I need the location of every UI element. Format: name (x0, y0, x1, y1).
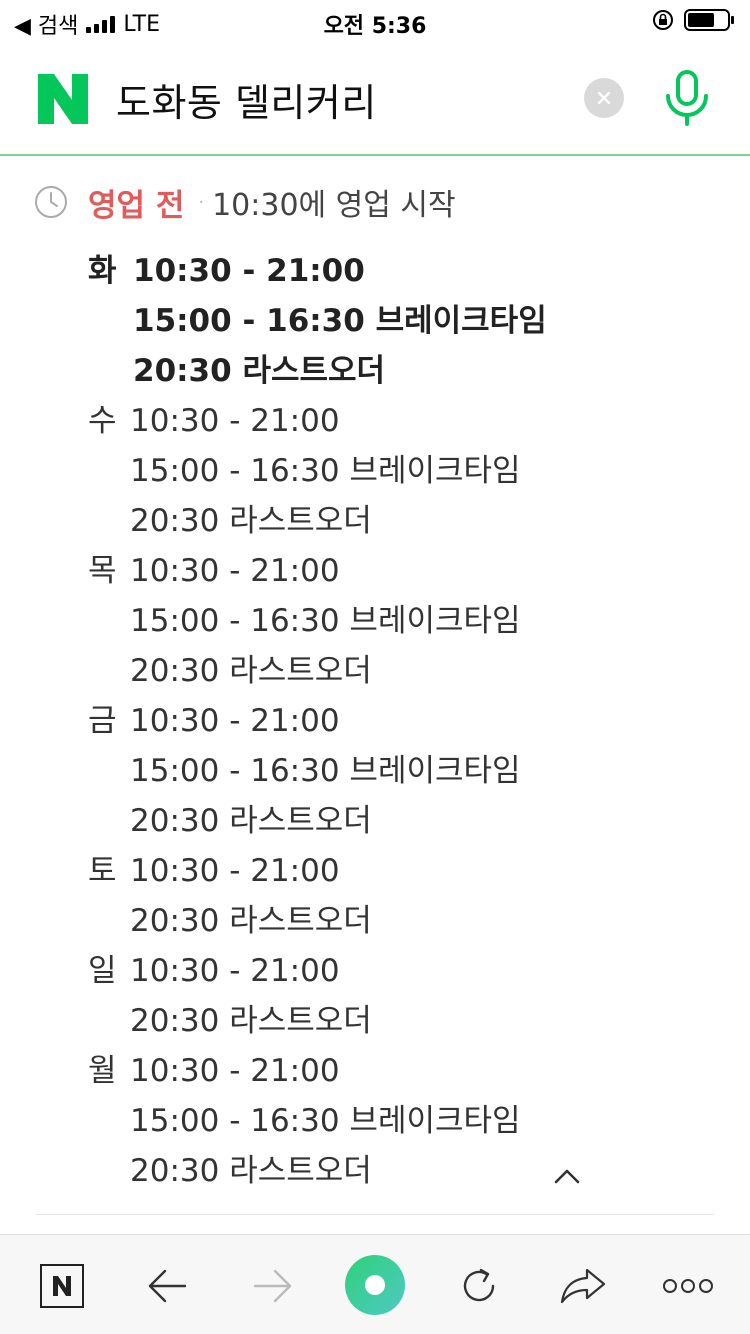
status-bar: ◀ 검색 LTE 오전 5:36 (0, 0, 750, 40)
hours-text: 10:30 - 21:00 (130, 953, 340, 989)
more-icon (663, 1279, 713, 1293)
status-separator: · (198, 191, 205, 213)
voice-search-icon[interactable] (660, 70, 714, 126)
hours-row: 월 10:30 - 21:00 (88, 1046, 708, 1096)
more-button[interactable] (662, 1261, 714, 1311)
day-hours-4: 토 10:30 - 21:00 20:30 라스트오더 (88, 846, 708, 946)
hours-text: 10:30 - 21:00 (130, 703, 340, 739)
day-label: 화 (88, 253, 117, 289)
hours-row: 20:30 라스트오더 (88, 896, 708, 946)
hours-row: 20:30 라스트오더 (88, 996, 708, 1046)
hours-text: 15:00 - 16:30 브레이크타임 (130, 753, 521, 789)
refresh-icon (463, 1268, 495, 1302)
naver-logo-icon[interactable] (38, 74, 88, 124)
bottom-toolbar (0, 1234, 750, 1334)
hours-text: 20:30 라스트오더 (130, 1003, 372, 1039)
open-time-note: 10:30에 영업 시작 (212, 188, 456, 223)
hours-text: 15:00 - 16:30 브레이크타임 (130, 453, 521, 489)
green-dot-icon (365, 1275, 385, 1295)
close-icon (597, 91, 611, 105)
share-button[interactable] (558, 1261, 608, 1311)
status-right (652, 8, 736, 32)
day-label: 수 (88, 403, 117, 439)
hours-row: 20:30 라스트오더 (88, 1146, 708, 1196)
hours-row: 토 10:30 - 21:00 (88, 846, 708, 896)
hours-text: 20:30 라스트오더 (133, 353, 386, 389)
hours-text: 15:00 - 16:30 브레이크타임 (133, 303, 547, 339)
day-hours-1: 수 10:30 - 21:00 15:00 - 16:30 브레이크타임 20:30 … (88, 396, 708, 546)
hours-row: 20:30 라스트오더 (88, 346, 708, 396)
day-label: 월 (88, 1053, 117, 1089)
rotation-lock-icon (653, 10, 673, 30)
hours-row: 일 10:30 - 21:00 (88, 946, 708, 996)
hours-row: 목 10:30 - 21:00 (88, 546, 708, 596)
hours-text: 20:30 라스트오더 (130, 803, 372, 839)
day-label: 일 (88, 953, 117, 989)
clear-search-button[interactable] (584, 78, 624, 118)
business-status-line: 영업 전 · 10:30에 영업 시작 (34, 180, 456, 224)
hours-text: 20:30 라스트오더 (130, 503, 372, 539)
hours-text: 20:30 라스트오더 (130, 653, 372, 689)
hours-row: 20:30 라스트오더 (88, 796, 708, 846)
back-button[interactable] (142, 1261, 192, 1311)
naver-home-icon (40, 1264, 84, 1308)
hours-text: 15:00 - 16:30 브레이크타임 (130, 1103, 521, 1139)
clock-time: 오전 5:36 (323, 14, 427, 39)
hours-text: 10:30 - 21:00 (130, 1053, 340, 1089)
hours-text: 10:30 - 21:00 (133, 253, 365, 289)
green-dot-button[interactable] (345, 1255, 405, 1315)
hours-text: 15:00 - 16:30 브레이크타임 (130, 603, 521, 639)
hours-list: 화 10:30 - 21:00 15:00 - 16:30 브레이크타임 20:30 … (88, 246, 708, 1196)
naver-home-button[interactable] (37, 1261, 87, 1311)
clock-icon (35, 186, 67, 218)
share-icon (560, 1268, 606, 1304)
hours-text: 20:30 라스트오더 (130, 903, 372, 939)
divider (36, 1214, 714, 1215)
search-input[interactable]: 도화동 델리커리 (116, 72, 377, 127)
hours-text: 10:30 - 21:00 (130, 553, 340, 589)
hours-row: 20:30 라스트오더 (88, 496, 708, 546)
hours-text: 10:30 - 21:00 (130, 403, 340, 439)
refresh-button[interactable] (454, 1261, 504, 1311)
hours-text: 20:30 라스트오더 (130, 1153, 372, 1189)
search-bar: 도화동 델리커리 (0, 40, 750, 156)
day-hours-0: 화 10:30 - 21:00 15:00 - 16:30 브레이크타임 20:30 … (88, 246, 708, 396)
hours-row: 15:00 - 16:30 브레이크타임 (88, 446, 708, 496)
day-hours-5: 일 10:30 - 21:00 20:30 라스트오더 (88, 946, 708, 1046)
hours-row: 15:00 - 16:30 브레이크타임 (88, 296, 708, 346)
hours-row: 20:30 라스트오더 (88, 646, 708, 696)
day-hours-6: 월 10:30 - 21:00 15:00 - 16:30 브레이크타임 20:30 … (88, 1046, 708, 1196)
open-status: 영업 전 (88, 187, 185, 224)
day-hours-2: 목 10:30 - 21:00 15:00 - 16:30 브레이크타임 20:30 … (88, 546, 708, 696)
hours-row: 화 10:30 - 21:00 (88, 246, 708, 296)
back-arrow-icon (148, 1269, 187, 1303)
hours-row: 15:00 - 16:30 브레이크타임 (88, 596, 708, 646)
forward-button[interactable] (248, 1261, 298, 1311)
hours-row: 15:00 - 16:30 브레이크타임 (88, 1096, 708, 1146)
hours-row: 수 10:30 - 21:00 (88, 396, 708, 446)
day-label: 토 (88, 853, 117, 889)
chevron-up-icon[interactable] (552, 1166, 582, 1186)
day-label: 금 (88, 703, 117, 739)
battery-icon (684, 9, 734, 31)
forward-arrow-icon (253, 1269, 292, 1303)
day-hours-3: 금 10:30 - 21:00 15:00 - 16:30 브레이크타임 20:30 … (88, 696, 708, 846)
hours-text: 10:30 - 21:00 (130, 853, 340, 889)
day-label: 목 (88, 553, 117, 589)
hours-row: 금 10:30 - 21:00 (88, 696, 708, 746)
hours-row: 15:00 - 16:30 브레이크타임 (88, 746, 708, 796)
